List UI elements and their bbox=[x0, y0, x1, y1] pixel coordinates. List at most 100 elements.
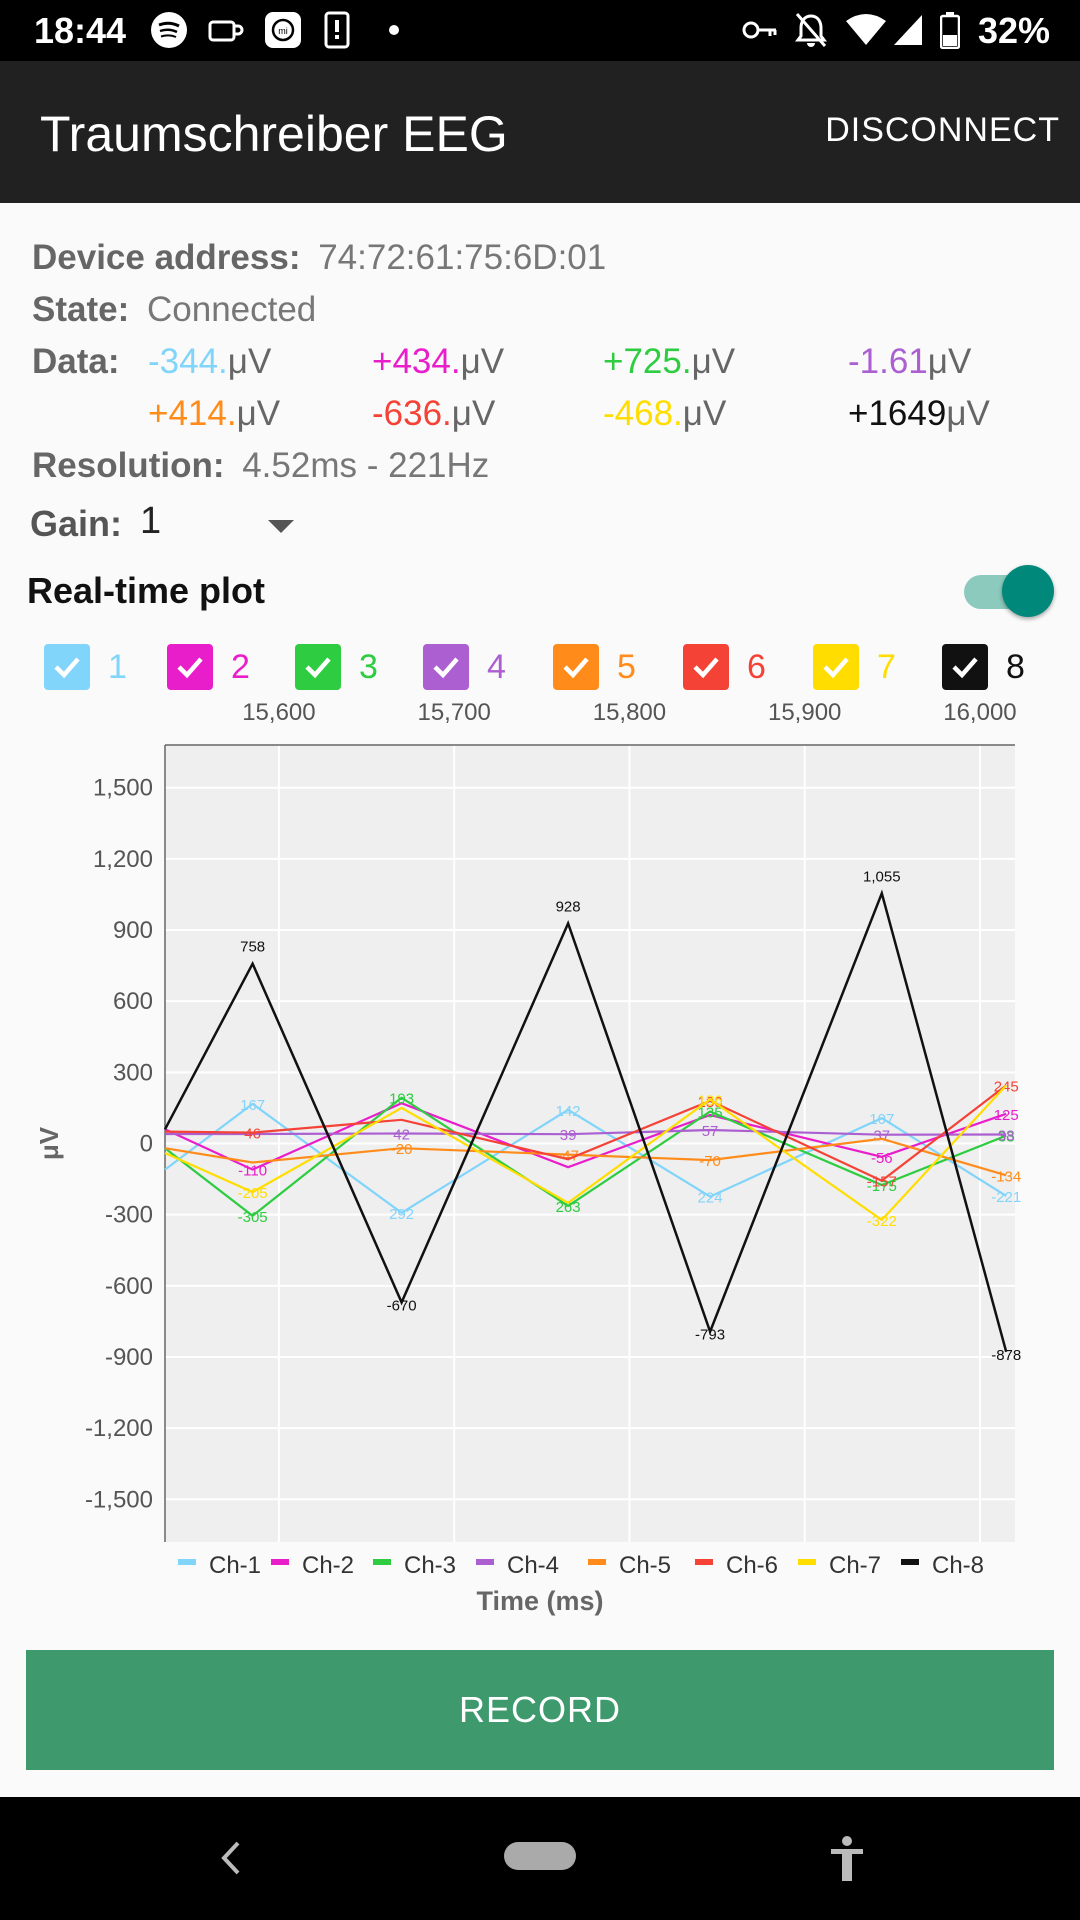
data-label: -205 bbox=[238, 1185, 268, 1202]
data-label: -322 bbox=[867, 1213, 897, 1230]
channel-5-label: 5 bbox=[617, 648, 636, 686]
cell-signal-icon bbox=[892, 10, 924, 50]
state-row: State: Connected bbox=[32, 290, 316, 330]
legend-label: Ch-7 bbox=[829, 1552, 881, 1579]
data-value-number: +434. bbox=[372, 342, 461, 381]
data-value-unit: μV bbox=[691, 342, 736, 381]
channel-4-checkbox[interactable] bbox=[423, 644, 469, 690]
check-icon bbox=[54, 657, 80, 679]
legend-label: Ch-8 bbox=[932, 1552, 984, 1579]
data-label: 928 bbox=[556, 898, 581, 915]
y-tick-label: 600 bbox=[113, 988, 153, 1015]
check-icon bbox=[305, 657, 331, 679]
data-label: 167 bbox=[240, 1097, 265, 1114]
channel-8-label: 8 bbox=[1006, 648, 1025, 686]
y-tick-label: -300 bbox=[105, 1202, 153, 1229]
data-value-number: -468. bbox=[603, 394, 683, 433]
data-label: -670 bbox=[387, 1297, 417, 1314]
home-pill-icon[interactable] bbox=[504, 1842, 576, 1870]
channel-7-checkbox[interactable] bbox=[813, 644, 859, 690]
channel-1-checkbox[interactable] bbox=[44, 644, 90, 690]
data-label: -56 bbox=[871, 1150, 893, 1167]
data-value-number: +414. bbox=[148, 394, 237, 433]
data-label: 57 bbox=[702, 1123, 719, 1140]
state-value: Connected bbox=[146, 290, 317, 329]
check-icon bbox=[177, 657, 203, 679]
accessibility-icon[interactable] bbox=[828, 1835, 866, 1888]
check-icon bbox=[433, 657, 459, 679]
data-label: -793 bbox=[695, 1327, 725, 1344]
x-tick-label: 15,800 bbox=[593, 700, 666, 726]
data-value-unit: μV bbox=[227, 342, 272, 381]
data-label: 38 bbox=[998, 1127, 1015, 1144]
data-label: 125 bbox=[994, 1107, 1019, 1124]
data-label: 37 bbox=[873, 1128, 890, 1145]
data-value-ch6: -636.μV bbox=[372, 394, 495, 434]
data-label: 292 bbox=[389, 1206, 414, 1223]
y-tick-label: 1,500 bbox=[93, 775, 153, 802]
data-label: -221 bbox=[991, 1189, 1021, 1206]
navigation-bar bbox=[0, 1797, 1080, 1920]
real-time-plot-toggle[interactable] bbox=[960, 565, 1056, 617]
phone-alert-icon bbox=[324, 10, 350, 50]
y-axis-title: μV bbox=[34, 1126, 64, 1160]
battery-percentage: 32% bbox=[977, 10, 1050, 51]
x-tick-label: 15,900 bbox=[768, 700, 841, 726]
toggle-thumb bbox=[1002, 565, 1054, 617]
legend-swatch bbox=[476, 1559, 494, 1565]
data-value-unit: μV bbox=[236, 394, 281, 433]
data-value-number: -344. bbox=[148, 342, 228, 381]
channel-2-label: 2 bbox=[231, 648, 250, 686]
data-label: -134 bbox=[991, 1168, 1021, 1185]
data-label: 142 bbox=[556, 1103, 581, 1120]
data-value-unit: μV bbox=[946, 394, 990, 433]
resolution-row: Resolution: 4.52ms - 221Hz bbox=[32, 446, 489, 486]
data-label: -878 bbox=[991, 1347, 1021, 1364]
data-value-ch3: +725.μV bbox=[603, 342, 735, 382]
legend-label: Ch-2 bbox=[302, 1552, 354, 1579]
legend-swatch bbox=[178, 1559, 196, 1565]
legend-swatch bbox=[373, 1559, 391, 1565]
y-tick-label: -600 bbox=[105, 1273, 153, 1300]
gain-label: Gain: bbox=[30, 503, 123, 544]
gain-select[interactable]: 1 bbox=[140, 500, 161, 543]
channel-6-checkbox[interactable] bbox=[683, 644, 729, 690]
back-icon[interactable] bbox=[216, 1837, 246, 1884]
legend-swatch bbox=[798, 1559, 816, 1565]
vpn-key-icon bbox=[742, 10, 778, 50]
data-label: Data: bbox=[32, 342, 120, 381]
data-value-ch5: +414.μV bbox=[148, 394, 280, 434]
data-label: 263 bbox=[556, 1199, 581, 1216]
data-value-number: -636. bbox=[372, 394, 452, 433]
resolution-value: 4.52ms - 221Hz bbox=[242, 446, 490, 485]
check-icon bbox=[823, 657, 849, 679]
legend-swatch bbox=[588, 1559, 606, 1565]
dropdown-arrow-icon[interactable] bbox=[268, 520, 294, 533]
channel-2-checkbox[interactable] bbox=[167, 644, 213, 690]
legend-label: Ch-1 bbox=[209, 1552, 261, 1579]
data-label: 1,055 bbox=[863, 868, 901, 885]
channel-7-label: 7 bbox=[877, 648, 896, 686]
record-button[interactable]: RECORD bbox=[26, 1650, 1054, 1770]
channel-8-checkbox[interactable] bbox=[942, 644, 988, 690]
check-icon bbox=[952, 657, 978, 679]
data-label: 758 bbox=[240, 939, 265, 956]
data-value-ch7: -468.μV bbox=[603, 394, 726, 434]
device-address-row: Device address: 74:72:61:75:6D:01 bbox=[32, 238, 606, 278]
channel-5-checkbox[interactable] bbox=[553, 644, 599, 690]
y-tick-label: -1,200 bbox=[85, 1415, 153, 1442]
mi-icon: mi bbox=[264, 10, 302, 50]
real-time-plot-label: Real-time plot bbox=[27, 570, 266, 611]
check-icon bbox=[693, 657, 719, 679]
channel-4-label: 4 bbox=[487, 648, 506, 686]
data-label: 224 bbox=[698, 1190, 723, 1207]
channel-3-checkbox[interactable] bbox=[295, 644, 341, 690]
app-bar: Traumschreiber EEG DISCONNECT bbox=[0, 61, 1080, 203]
y-tick-label: 1,200 bbox=[93, 846, 153, 873]
disconnect-button[interactable]: DISCONNECT bbox=[825, 111, 1060, 150]
x-tick-label: 16,000 bbox=[943, 700, 1016, 726]
data-label: 193 bbox=[389, 1091, 414, 1108]
legend-label: Ch-4 bbox=[507, 1552, 559, 1579]
channel-3-label: 3 bbox=[359, 648, 378, 686]
x-tick-label: 15,700 bbox=[417, 700, 490, 726]
